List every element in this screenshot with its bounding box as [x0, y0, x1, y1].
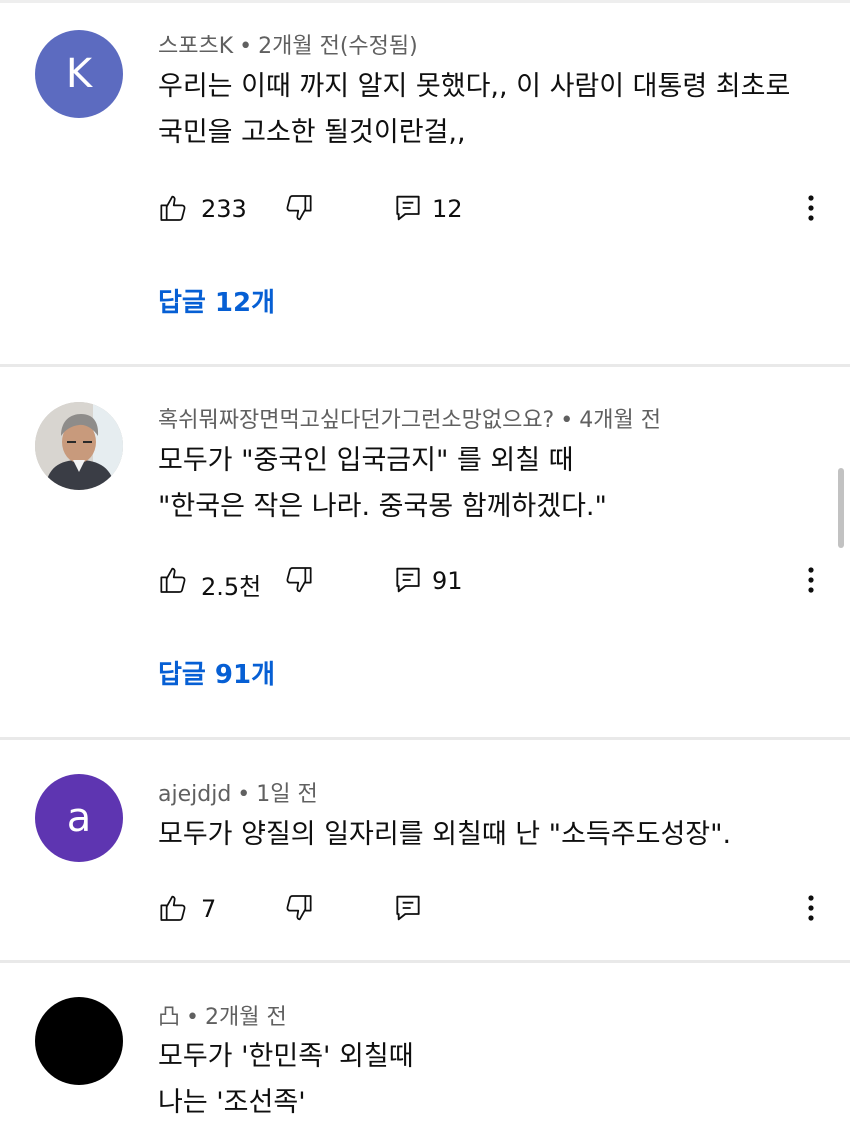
avatar[interactable]: a	[35, 774, 123, 862]
more-vert-icon[interactable]	[801, 892, 821, 924]
comment-line: 모두가 "중국인 입국금지" 를 외칠 때	[158, 445, 574, 476]
reply-count: 12	[432, 195, 463, 223]
comment-author[interactable]: 혹쉬뭐짜장면먹고싶다던가그런소망없으요?	[158, 408, 554, 433]
comment-text: 모두가 '한민족' 외칠때 나는 '조선족'	[158, 1034, 828, 1126]
thumb-down-icon[interactable]	[282, 564, 314, 596]
comment-meta: 凸 • 2개월 전	[158, 999, 287, 1031]
comment-divider	[0, 960, 850, 963]
thumb-down-icon[interactable]	[282, 892, 314, 924]
comment-line: 모두가 '한민족' 외칠때	[158, 1041, 414, 1072]
comment-line: 우리는 이때 까지 알지 못했다,, 이 사람이 대통령 최초로	[158, 71, 791, 102]
comment-author[interactable]: 凸	[158, 1005, 180, 1030]
like-count: 233	[201, 195, 247, 223]
comment-line: "한국은 작은 나라. 중국몽 함께하겠다."	[158, 491, 607, 522]
comment-time[interactable]: 2개월 전(수정됨)	[258, 34, 418, 59]
comment-text: 우리는 이때 까지 알지 못했다,, 이 사람이 대통령 최초로 국민을 고소한…	[158, 64, 828, 156]
thumb-up-icon[interactable]	[158, 564, 190, 596]
meta-separator: •	[186, 1005, 199, 1030]
avatar[interactable]	[35, 997, 123, 1085]
comment-line: 나는 '조선족'	[158, 1087, 306, 1118]
meta-separator: •	[239, 34, 253, 59]
replies-button[interactable]: 답글 91개	[158, 654, 275, 691]
comment-author[interactable]: ajejdjd	[158, 782, 231, 807]
replies-button[interactable]: 답글 12개	[158, 282, 275, 319]
more-vert-icon[interactable]	[801, 564, 821, 596]
top-divider	[0, 0, 850, 3]
reply-comment-icon[interactable]	[392, 192, 424, 224]
comment-line: 국민을 고소한 될것이란걸,,	[158, 117, 466, 148]
like-count: 2.5천	[201, 573, 262, 601]
comment-actions: 7	[158, 892, 838, 932]
comment-actions: 233 12	[158, 192, 838, 232]
thumb-down-icon[interactable]	[282, 192, 314, 224]
comment-text: 모두가 "중국인 입국금지" 를 외칠 때 "한국은 작은 나라. 중국몽 함께…	[158, 438, 828, 530]
reply-count: 91	[432, 567, 463, 595]
avatar[interactable]: K	[35, 30, 123, 118]
avatar[interactable]	[35, 402, 123, 490]
reply-comment-icon[interactable]	[392, 892, 424, 924]
comment-actions: 2.5천 91	[158, 564, 838, 604]
comment-divider	[0, 737, 850, 740]
like-count: 7	[201, 895, 217, 923]
comment-meta: 혹쉬뭐짜장면먹고싶다던가그런소망없으요? • 4개월 전	[158, 402, 661, 434]
comment-time[interactable]: 2개월 전	[205, 1005, 287, 1030]
comment-meta: 스포츠K • 2개월 전(수정됨)	[158, 28, 418, 60]
avatar-letter: a	[66, 795, 92, 841]
more-vert-icon[interactable]	[801, 192, 821, 224]
comment-line: 모두가 양질의 일자리를 외칠때 난 "소득주도성장".	[158, 819, 732, 850]
user-photo-avatar	[35, 402, 123, 490]
comment-time[interactable]: 4개월 전	[579, 408, 661, 433]
meta-separator: •	[237, 782, 251, 807]
comment-time[interactable]: 1일 전	[256, 782, 317, 807]
comment-divider	[0, 364, 850, 367]
comment-text: 모두가 양질의 일자리를 외칠때 난 "소득주도성장".	[158, 812, 828, 858]
avatar-letter: K	[65, 51, 93, 97]
thumb-up-icon[interactable]	[158, 892, 190, 924]
thumb-up-icon[interactable]	[158, 192, 190, 224]
meta-separator: •	[560, 408, 574, 433]
comment-author[interactable]: 스포츠K	[158, 34, 233, 59]
comment-meta: ajejdjd • 1일 전	[158, 776, 318, 808]
scrollbar-thumb[interactable]	[838, 468, 844, 548]
reply-comment-icon[interactable]	[392, 564, 424, 596]
